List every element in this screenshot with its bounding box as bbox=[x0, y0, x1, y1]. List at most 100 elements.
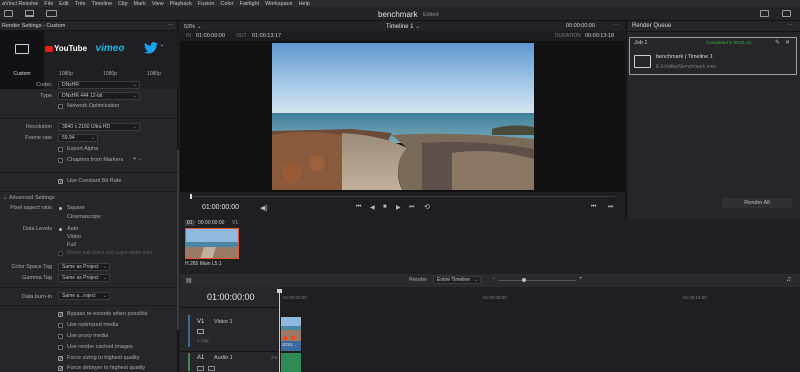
data-levels-video-label[interactable]: Video bbox=[67, 234, 81, 240]
network-optimization-label: Network Optimization bbox=[67, 103, 120, 109]
timeline-playhead-handle[interactable] bbox=[277, 289, 282, 293]
constant-bitrate-checkbox[interactable]: ✓ bbox=[58, 179, 63, 185]
inspector-icon[interactable] bbox=[782, 10, 791, 17]
codec-select[interactable]: DNxHR ⌄ bbox=[58, 81, 140, 89]
next-clip-icon[interactable]: ⏭ bbox=[608, 204, 613, 211]
zoom-slider-handle[interactable] bbox=[522, 278, 526, 282]
render-job-card[interactable]: Job 1 Completed in 00:01:41 ✎ ✕ benchmar… bbox=[629, 37, 797, 75]
stop-icon[interactable]: ■ bbox=[383, 204, 387, 210]
force-sizing-checkbox[interactable]: ✓ bbox=[58, 356, 63, 362]
menu-playback[interactable]: Playback bbox=[170, 1, 192, 7]
advanced-settings-label: Advanced Settings bbox=[8, 195, 55, 201]
color-space-tag-select[interactable]: Same as Project ⌄ bbox=[58, 263, 110, 271]
chevron-down-icon: ⌄ bbox=[102, 264, 107, 270]
edit-job-icon[interactable]: ✎ bbox=[775, 39, 780, 46]
a1-track-color bbox=[188, 353, 190, 371]
color-space-tag-value: Same as Project bbox=[62, 264, 99, 270]
chapters-checkbox[interactable] bbox=[58, 158, 63, 163]
settings-scrollbar[interactable] bbox=[177, 150, 179, 330]
media-pool-icon[interactable] bbox=[4, 10, 13, 17]
preset-custom[interactable]: Custom bbox=[0, 31, 44, 89]
pixel-aspect-cinemascope-label[interactable]: Cinemascope bbox=[67, 214, 101, 220]
network-optimization-checkbox[interactable] bbox=[58, 104, 63, 109]
render-range-select[interactable]: Entire Timeline ⌄ bbox=[433, 276, 481, 284]
menu-app[interactable]: aVinci Resolve bbox=[2, 1, 38, 7]
clip-thumbnail[interactable] bbox=[185, 228, 239, 259]
render-cached-checkbox[interactable] bbox=[58, 345, 63, 350]
bypass-reencode-checkbox[interactable]: ✓ bbox=[58, 312, 63, 318]
video-clip[interactable]: 2019... bbox=[281, 317, 301, 351]
step-back-icon[interactable]: ◀ bbox=[370, 204, 375, 211]
menu-trim[interactable]: Trim bbox=[75, 1, 86, 7]
jump-start-icon[interactable]: ⏮ bbox=[356, 204, 361, 211]
timeline-playhead[interactable] bbox=[279, 289, 280, 372]
timeline-name: Timeline 1 bbox=[386, 23, 414, 30]
jump-end-icon[interactable]: ⏭ bbox=[409, 204, 414, 211]
loop-icon[interactable]: ⟲ bbox=[424, 203, 430, 211]
menu-file[interactable]: File bbox=[44, 1, 53, 7]
track-headers: 01:00:00:00 V1 Video 1 1 Clip A1 Audio 1… bbox=[180, 287, 278, 372]
divider bbox=[180, 351, 278, 352]
prev-clip-icon[interactable]: ⏮ bbox=[591, 204, 596, 211]
pixel-aspect-square-radio[interactable] bbox=[59, 207, 62, 210]
advanced-settings-header[interactable]: ⌄ Advanced Settings bbox=[3, 195, 55, 201]
export-alpha-checkbox[interactable] bbox=[58, 147, 63, 152]
scrub-playhead[interactable] bbox=[190, 194, 192, 199]
menu-clip[interactable]: Clip bbox=[118, 1, 127, 7]
v1-monitor-icon[interactable] bbox=[197, 329, 204, 334]
retain-data-checkbox[interactable] bbox=[58, 251, 63, 256]
edit-index-icon[interactable] bbox=[46, 10, 57, 17]
optimized-media-checkbox[interactable] bbox=[58, 323, 63, 328]
gamma-tag-select[interactable]: Same as Project ⌄ bbox=[58, 274, 110, 282]
menu-workspace[interactable]: Workspace bbox=[265, 1, 292, 7]
zoom-select[interactable]: 53% ⌄ bbox=[184, 23, 202, 30]
viewer-frame-image bbox=[272, 43, 534, 190]
menu-edit[interactable]: Edit bbox=[59, 1, 68, 7]
render-all-button[interactable]: Render All bbox=[722, 198, 792, 208]
ruler-tick-2: 01:00:16:00 bbox=[683, 295, 707, 300]
zoom-in-icon[interactable]: + bbox=[579, 276, 583, 282]
render-queue-options-icon[interactable]: ··· bbox=[787, 22, 793, 28]
timeline-view-icon[interactable]: ▤ bbox=[186, 277, 192, 284]
menu-color[interactable]: Color bbox=[220, 1, 233, 7]
proxy-media-checkbox[interactable] bbox=[58, 334, 63, 339]
clip-view-icon[interactable] bbox=[760, 10, 769, 17]
force-debayer-checkbox[interactable]: ✓ bbox=[58, 366, 63, 372]
optimized-media-label: Use optimized media bbox=[67, 322, 119, 328]
custom-preset-icon bbox=[0, 44, 44, 54]
timeline-select[interactable]: Timeline 1 ⌄ bbox=[386, 23, 420, 30]
zoom-out-icon[interactable]: − bbox=[492, 276, 496, 282]
effects-icon[interactable] bbox=[25, 10, 34, 17]
scrub-bar[interactable] bbox=[190, 196, 615, 197]
transport-bar: 01:00:00:00 ◀) ⏮ ◀ ■ ▶ ⏭ ⟲ ⏮ ⏭ bbox=[180, 192, 625, 219]
type-select[interactable]: DNxHR 444 12-bit ⌄ bbox=[58, 92, 140, 100]
data-levels-auto-radio[interactable] bbox=[59, 228, 62, 231]
chevron-down-icon: ⌄ bbox=[415, 23, 421, 30]
chapters-dropdown-icon[interactable]: ● ⌄ bbox=[133, 156, 142, 162]
audio-clip[interactable] bbox=[281, 353, 301, 372]
data-levels-full-label[interactable]: Full bbox=[67, 242, 76, 248]
delete-job-icon[interactable]: ✕ bbox=[785, 39, 790, 46]
data-burn-in-select[interactable]: Same a...roject ⌄ bbox=[58, 292, 110, 300]
menu-fairlight[interactable]: Fairlight bbox=[240, 1, 260, 7]
menu-view[interactable]: View bbox=[152, 1, 164, 7]
menu-mark[interactable]: Mark bbox=[134, 1, 146, 7]
more-options-icon[interactable]: ··· bbox=[168, 22, 174, 28]
menu-fusion[interactable]: Fusion bbox=[198, 1, 215, 7]
volume-icon[interactable]: ◀) bbox=[260, 204, 268, 212]
a1-lock-icon[interactable] bbox=[197, 366, 204, 371]
codec-value: DNxHR bbox=[62, 82, 79, 88]
menu-timeline[interactable]: Timeline bbox=[91, 1, 112, 7]
resolution-select[interactable]: 3840 x 2160 Ultra HD ⌄ bbox=[58, 123, 140, 131]
audio-meter-icon[interactable]: ♫ bbox=[786, 276, 791, 283]
youtube-logo: YouTube bbox=[44, 44, 88, 53]
zoom-slider[interactable] bbox=[498, 280, 576, 281]
viewer-options-icon[interactable]: ··· bbox=[613, 22, 619, 28]
render-label: Render bbox=[409, 277, 428, 283]
a1-solo-icon[interactable] bbox=[208, 366, 215, 371]
frame-rate-select[interactable]: 59.94 ⌄ bbox=[58, 134, 98, 142]
play-icon[interactable]: ▶ bbox=[396, 204, 401, 211]
menu-help[interactable]: Help bbox=[299, 1, 310, 7]
render-settings-title: Render Settings - Custom bbox=[2, 23, 66, 29]
type-value: DNxHR 444 12-bit bbox=[62, 93, 103, 99]
